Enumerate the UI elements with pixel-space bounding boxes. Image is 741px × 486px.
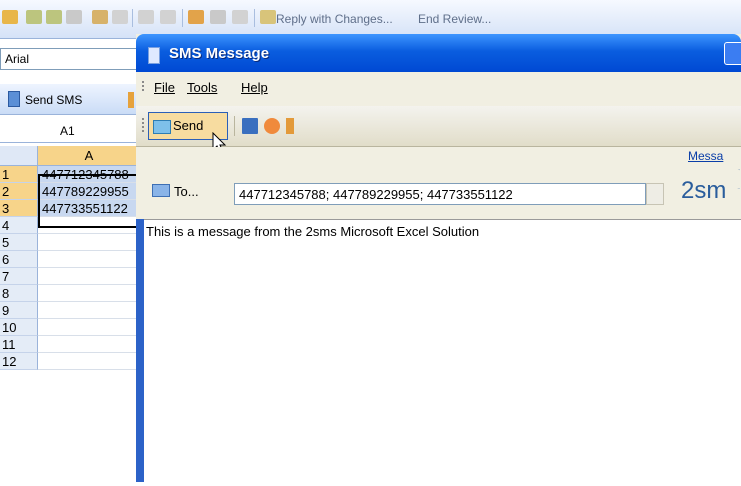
table-row: 3 447733551122 <box>0 200 140 217</box>
menu-tools-label: Tools <box>187 80 218 95</box>
toolbar-icon[interactable] <box>128 92 134 108</box>
address-book-icon <box>152 184 170 197</box>
comment-icon[interactable] <box>92 10 108 24</box>
menu-help-label: Help <box>241 80 268 95</box>
phone-icon <box>148 47 160 64</box>
recipient-row: To... 2sm <box>136 165 741 217</box>
cell-a7[interactable] <box>38 268 140 285</box>
cell-a5[interactable] <box>38 234 140 251</box>
spreadsheet-grid: A 1 447712345788 2 447789229955 3 44773355112… <box>0 146 140 482</box>
cell-a4[interactable] <box>38 217 140 234</box>
row-header[interactable]: 3 <box>0 200 38 217</box>
window-title: SMS Message <box>169 45 270 62</box>
cell-a10[interactable] <box>38 319 140 336</box>
folder-icon[interactable] <box>2 10 18 24</box>
reply-icon <box>260 10 276 24</box>
grip-icon[interactable] <box>142 118 144 134</box>
select-all-corner[interactable] <box>0 146 38 166</box>
row-header[interactable]: 6 <box>0 251 38 268</box>
review-icon[interactable] <box>26 10 42 24</box>
row-header[interactable]: 8 <box>0 285 38 302</box>
menu-file[interactable]: File <box>154 80 175 95</box>
signal-icon[interactable] <box>264 118 280 134</box>
review-icon-2[interactable] <box>46 10 62 24</box>
track-icon[interactable] <box>210 10 226 24</box>
end-review-button[interactable]: End Review... <box>418 12 491 26</box>
to-button[interactable]: To... <box>152 184 199 199</box>
table-row: 4 <box>0 217 140 234</box>
minimize-button[interactable] <box>724 42 741 65</box>
table-row: 1 447712345788 <box>0 166 140 183</box>
message-bar: Messa <box>136 147 741 165</box>
name-box[interactable]: A1 <box>0 120 140 143</box>
row-header[interactable]: 7 <box>0 268 38 285</box>
cell-a12[interactable] <box>38 353 140 370</box>
menu-file-label: File <box>154 80 175 95</box>
grip-icon[interactable] <box>142 81 144 93</box>
cell-a11[interactable] <box>38 336 140 353</box>
options-icon[interactable] <box>286 118 294 134</box>
cell-a2[interactable]: 447789229955 <box>38 183 140 200</box>
highlight-icon[interactable] <box>188 10 204 24</box>
menu-bar: File Tools Help <box>136 72 741 102</box>
row-header[interactable]: 9 <box>0 302 38 319</box>
menu-tools[interactable]: Tools <box>187 80 217 95</box>
sms-message-window: SMS Message File Tools Help Send Messa T… <box>136 34 741 483</box>
name-box-value: A1 <box>60 124 75 138</box>
table-row: 2 447789229955 <box>0 183 140 200</box>
table-row: 11 <box>0 336 140 353</box>
show-comment-icon[interactable] <box>138 10 154 24</box>
title-bar[interactable]: SMS Message <box>136 34 741 72</box>
row-header[interactable]: 4 <box>0 217 38 234</box>
row-header[interactable]: 11 <box>0 336 38 353</box>
row-header[interactable]: 10 <box>0 319 38 336</box>
window-edge <box>136 219 144 482</box>
row-header[interactable]: 1 <box>0 166 38 183</box>
row-header[interactable]: 5 <box>0 234 38 251</box>
dialog-toolbar: Send <box>136 106 741 154</box>
to-label: To... <box>174 184 199 199</box>
send-sms-button[interactable]: Send SMS <box>8 91 82 107</box>
font-name-box[interactable]: Arial <box>0 48 140 70</box>
message-body-input[interactable]: This is a message from the 2sms Microsof… <box>144 220 741 483</box>
table-row: 8 <box>0 285 140 302</box>
table-row: 9 <box>0 302 140 319</box>
row-header[interactable]: 2 <box>0 183 38 200</box>
message-body-area: This is a message from the 2sms Microsof… <box>144 219 741 483</box>
row-header[interactable]: 12 <box>0 353 38 370</box>
save-icon[interactable] <box>242 118 258 134</box>
hide-comment-icon[interactable] <box>160 10 176 24</box>
cell-a8[interactable] <box>38 285 140 302</box>
brand-logo: 2sm <box>681 177 727 204</box>
recipients-input[interactable] <box>234 183 646 205</box>
send-label: Send <box>173 118 204 133</box>
send-mail-icon <box>153 120 171 134</box>
message-link[interactable]: Messa <box>688 149 723 163</box>
cell-a6[interactable] <box>38 251 140 268</box>
table-row: 10 <box>0 319 140 336</box>
reply-with-changes-button[interactable]: Reply with Changes... <box>276 12 393 26</box>
cell-a3[interactable]: 447733551122 <box>38 200 140 217</box>
cell-a9[interactable] <box>38 302 140 319</box>
recipients-scrollbar[interactable] <box>646 183 664 205</box>
send-sms-toolbar: Send SMS <box>0 84 140 115</box>
phone-icon <box>8 91 20 107</box>
share-icon[interactable] <box>232 10 248 24</box>
edit-icon[interactable] <box>66 10 82 24</box>
table-row: 12 <box>0 353 140 370</box>
column-header-a[interactable]: A <box>38 146 140 166</box>
menu-help[interactable]: Help <box>241 80 268 95</box>
signal-arc-icon <box>730 169 741 189</box>
table-row: 6 <box>0 251 140 268</box>
send-sms-label: Send SMS <box>25 93 83 107</box>
table-row: 7 <box>0 268 140 285</box>
cell-a1[interactable]: 447712345788 <box>38 166 140 183</box>
delete-comment-icon[interactable] <box>112 10 128 24</box>
table-row: 5 <box>0 234 140 251</box>
